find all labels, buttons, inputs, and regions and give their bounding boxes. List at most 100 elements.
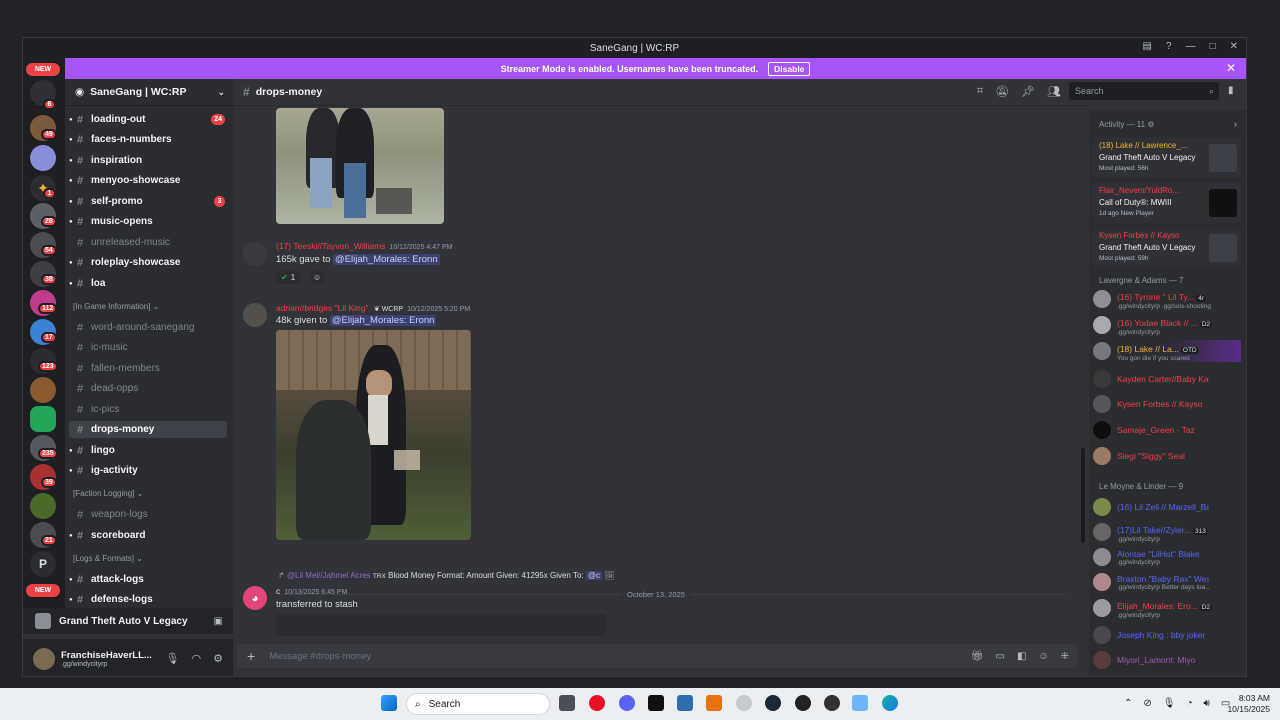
chevron-up-icon[interactable]: ⌃ bbox=[1124, 698, 1132, 709]
settings-icon[interactable] bbox=[736, 695, 752, 711]
emoji-icon[interactable]: ☺ bbox=[1038, 651, 1048, 662]
server-icon[interactable] bbox=[30, 145, 56, 171]
channel-item[interactable]: ● # faces-n-numbers bbox=[69, 131, 227, 148]
disable-button[interactable]: Disable bbox=[768, 61, 811, 76]
category-header[interactable]: [Logs & Formats] ⌄ bbox=[73, 554, 143, 563]
channel-item[interactable]: ● # menyoo-showcase bbox=[69, 172, 227, 189]
gear-icon[interactable]: ⚙ bbox=[213, 652, 223, 665]
maximize-icon[interactable]: □ bbox=[1210, 41, 1216, 52]
category-header[interactable]: [Faction Logging] ⌄ bbox=[73, 489, 143, 498]
message-input[interactable]: + Message #drops-money 🎁︎ ▭ ◧ ☺ ⁜ bbox=[237, 644, 1077, 668]
wifi-icon[interactable]: ◔ bbox=[1186, 698, 1192, 709]
inbox-icon[interactable]: ▮ bbox=[1228, 85, 1234, 96]
close-banner-icon[interactable]: ✕ bbox=[1226, 61, 1236, 75]
channel-item[interactable]: ● # attack-logs bbox=[69, 571, 227, 588]
member-item[interactable]: Miyori_Lamont: Miyo bbox=[1093, 649, 1241, 671]
member-item[interactable]: Siegi "Siggy" Seal bbox=[1093, 445, 1241, 467]
activity-card[interactable]: (18) Lake // Lawrence_... Grand Theft Au… bbox=[1093, 138, 1241, 178]
volume-icon[interactable]: 🔊︎ bbox=[1204, 698, 1210, 709]
task-view-icon[interactable] bbox=[559, 695, 575, 711]
mute-icon[interactable]: 🔕︎ bbox=[995, 85, 1009, 98]
channel-item[interactable]: ● # self-promo 3 bbox=[69, 193, 227, 210]
inbox-icon[interactable]: ▤ bbox=[1143, 41, 1152, 52]
reaction[interactable]: ✔ 1 bbox=[276, 270, 301, 284]
threads-icon[interactable]: ⌗ bbox=[977, 85, 983, 98]
activity-card[interactable]: Kysen Forbes // Kayso Grand Theft Auto V… bbox=[1093, 228, 1241, 268]
help-icon[interactable]: ? bbox=[1166, 41, 1172, 52]
microphone-icon[interactable]: 🎙︎ bbox=[166, 652, 180, 665]
discord-logo-icon[interactable]: ◕ bbox=[243, 586, 267, 610]
member-item[interactable]: Braxton "Baby Rax" West....gg/windycityr… bbox=[1093, 571, 1241, 593]
activity-panel[interactable]: Grand Theft Auto V Legacy ▣ bbox=[23, 608, 233, 634]
channel-item[interactable]: ● # lingo bbox=[69, 442, 227, 459]
gif-icon[interactable]: ▭ bbox=[995, 651, 1004, 662]
channel-item[interactable]: # ic-music bbox=[69, 339, 227, 356]
channel-item[interactable]: # weapon-logs bbox=[69, 506, 227, 523]
close-window-icon[interactable]: ✕ bbox=[1230, 41, 1238, 52]
app-icon[interactable] bbox=[706, 695, 722, 711]
message-author[interactable]: adrian//bridges "Lil King" ❦ WCRP 10/12/2… bbox=[276, 303, 470, 313]
category-header[interactable]: [In Game Information] ⌄ bbox=[73, 302, 159, 311]
pin-icon[interactable]: 📌︎ bbox=[1021, 85, 1035, 98]
chat-scrollbar[interactable] bbox=[1081, 448, 1085, 543]
channel-item[interactable]: # dead-opps bbox=[69, 380, 227, 397]
activity-card[interactable]: Flair_Nevem/YuldRo... Call of Duty®: MWI… bbox=[1093, 183, 1241, 223]
members-icon[interactable]: 👥︎ bbox=[1047, 85, 1061, 98]
member-item[interactable]: (18) Lake // La... OTD You gon die if you … bbox=[1093, 340, 1241, 362]
chevron-right-icon[interactable]: › bbox=[1234, 119, 1237, 129]
plus-icon[interactable]: + bbox=[247, 648, 255, 664]
sticker-icon[interactable]: ◧ bbox=[1017, 651, 1026, 662]
apps-icon[interactable]: ⁜ bbox=[1061, 651, 1069, 662]
channel-item[interactable]: ● # loading-out 24 bbox=[69, 111, 227, 128]
reply-preview[interactable]: ↱ @Lil Mel//Jahmel Acres TRX Blood Money… bbox=[278, 571, 614, 580]
start-icon[interactable] bbox=[381, 695, 397, 711]
member-item[interactable]: Kysen Forbes // Kayso bbox=[1093, 393, 1241, 415]
epic-icon[interactable] bbox=[795, 695, 811, 711]
member-item[interactable]: Kayden Carter//Baby Kay bbox=[1093, 368, 1241, 390]
server-icon[interactable]: P bbox=[30, 551, 56, 577]
channel-item[interactable]: # unreleased-music bbox=[69, 234, 227, 251]
notepad-icon[interactable] bbox=[677, 695, 693, 711]
channel-item[interactable]: # fallen-members bbox=[69, 360, 227, 377]
server-header[interactable]: ◉ SaneGang | WC:RP ⌄ bbox=[65, 79, 233, 106]
microphone-icon[interactable]: 🎙︎ bbox=[1163, 698, 1176, 709]
message-author[interactable]: (17) Teeski//Tayvon_Williams 10/12/2025 4… bbox=[276, 241, 453, 251]
member-item[interactable]: (16) Lil Zell // Marzell_Ba... bbox=[1093, 496, 1241, 518]
channel-item[interactable]: ● # music-opens bbox=[69, 213, 227, 230]
taskbar-search[interactable]: ⌕ Search bbox=[406, 693, 550, 715]
headphones-icon[interactable]: ◠ bbox=[192, 652, 202, 665]
server-icon[interactable] bbox=[30, 377, 56, 403]
steam-icon[interactable] bbox=[765, 695, 781, 711]
channel-item[interactable]: # word-around-sanegang bbox=[69, 319, 227, 336]
avatar[interactable] bbox=[33, 647, 55, 670]
network-icon[interactable]: ⊘ bbox=[1143, 698, 1151, 709]
message-author[interactable]: c 10/13/2025 6:45 PM bbox=[276, 586, 347, 596]
search-input[interactable]: Search ⌕ bbox=[1069, 82, 1219, 100]
add-reaction-button[interactable]: ☺ bbox=[310, 270, 325, 284]
discord-icon[interactable] bbox=[619, 695, 635, 711]
server-icon[interactable] bbox=[30, 493, 56, 519]
member-item[interactable]: Alontae "LilHot" Blake .gg/windycityrp bbox=[1093, 546, 1241, 568]
channel-item[interactable]: ● # scoreboard bbox=[69, 527, 227, 544]
server-icon[interactable] bbox=[30, 406, 56, 432]
channel-item-selected[interactable]: # drops-money bbox=[69, 421, 227, 438]
channel-item[interactable]: ● # defense-logs bbox=[69, 591, 227, 608]
member-item[interactable]: Samaje_Green - Taz bbox=[1093, 419, 1241, 441]
member-item[interactable]: (16) Yodae Black // ... D2 .gg/windycityrp bbox=[1093, 314, 1241, 336]
gift-icon[interactable]: 🎁︎ bbox=[971, 651, 984, 662]
attachment-image[interactable] bbox=[276, 108, 444, 224]
active-app-icon[interactable] bbox=[852, 695, 868, 711]
user-mention[interactable]: @Elijah_Morales: Eronn bbox=[329, 315, 437, 326]
minimize-icon[interactable]: — bbox=[1186, 41, 1196, 52]
edge-icon[interactable] bbox=[882, 695, 898, 711]
channel-item[interactable]: ● # roleplay-showcase bbox=[69, 254, 227, 271]
youtube-icon[interactable] bbox=[589, 695, 605, 711]
clock[interactable]: 8:03 AM 10/15/2025 bbox=[1222, 693, 1270, 715]
member-item[interactable]: (17)Lil Take//Zyler... 313 .gg/windycityrp bbox=[1093, 521, 1241, 543]
avatar[interactable] bbox=[243, 242, 267, 266]
member-item[interactable]: (16) Tyrone " Lil Ty... 4r .gg/windycityrp… bbox=[1093, 288, 1241, 310]
screen-share-icon[interactable]: ▣ bbox=[214, 616, 223, 627]
channel-item[interactable]: # ic-pics bbox=[69, 401, 227, 418]
channel-item[interactable]: ● # loa bbox=[69, 275, 227, 292]
avatar[interactable] bbox=[243, 303, 267, 327]
